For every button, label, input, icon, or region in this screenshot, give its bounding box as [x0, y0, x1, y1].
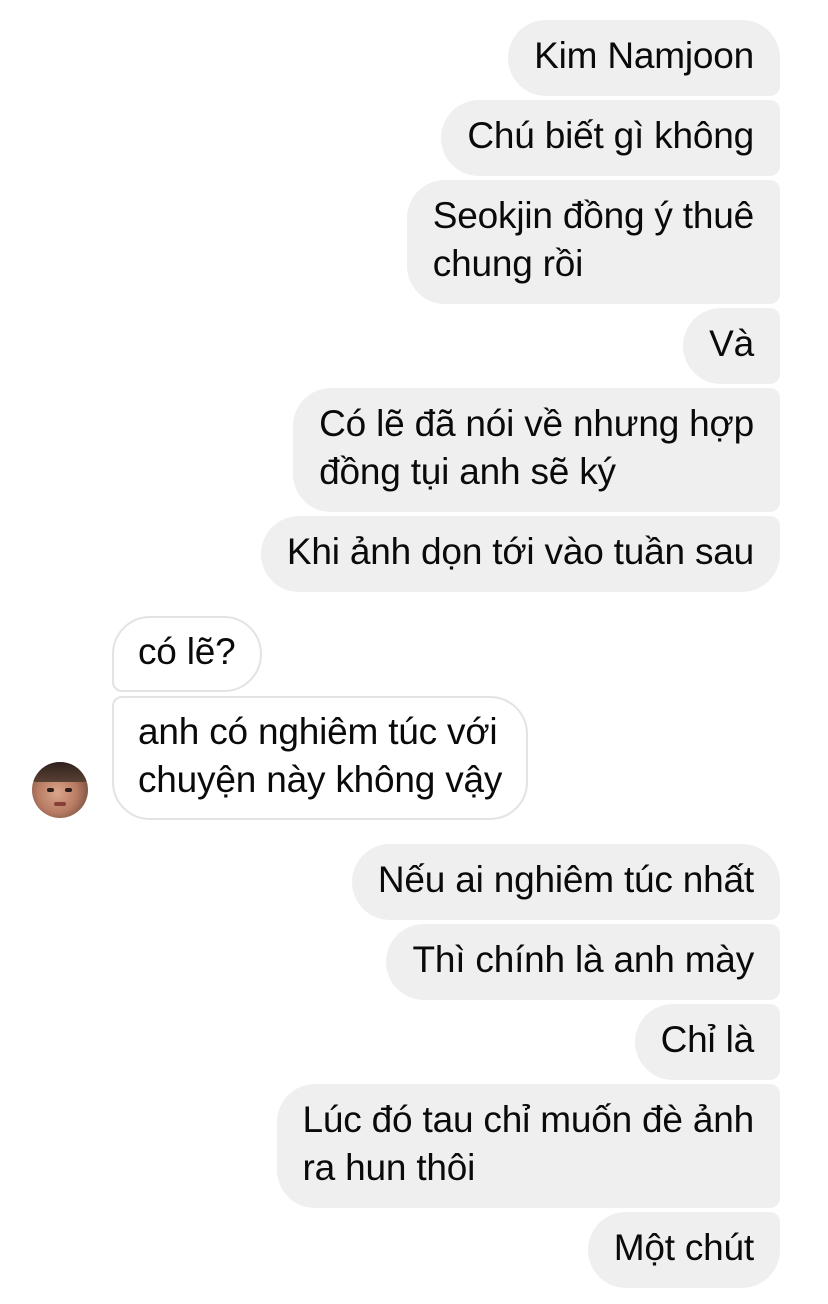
contact-avatar[interactable]: [32, 762, 88, 818]
message-text: Một chút: [613, 1227, 754, 1268]
message-text: Và: [709, 323, 754, 364]
message-text: có lẽ?: [138, 631, 236, 672]
message-bubble-outgoing[interactable]: Kim Namjoon: [508, 20, 780, 96]
avatar-mouth: [54, 802, 66, 806]
message-bubble-incoming[interactable]: có lẽ?: [112, 616, 262, 692]
message-text: Chú biết gì không: [467, 115, 754, 156]
message-text: Chỉ là: [660, 1019, 755, 1060]
message-text: ra hun thôi: [302, 1147, 476, 1188]
message-text: đồng tụi anh sẽ ký: [319, 451, 616, 492]
message-bubble-incoming[interactable]: anh có nghiêm túc với chuyện này không v…: [112, 696, 529, 820]
message-text: chuyện này không vậy: [138, 759, 503, 800]
message-text: Kim Namjoon: [534, 35, 754, 76]
message-text: Seokjin đồng ý thuê: [432, 195, 754, 236]
message-text: Khi ảnh dọn tới vào tuần sau: [286, 531, 754, 572]
message-bubble-outgoing[interactable]: Một chút: [587, 1212, 780, 1288]
message-text: chung rồi: [432, 243, 584, 284]
message-bubble-outgoing[interactable]: Chỉ là: [634, 1004, 780, 1080]
message-text: Nếu ai nghiêm túc nhất: [377, 859, 754, 900]
message-bubble-outgoing[interactable]: Seokjin đồng ý thuê chung rồi: [406, 180, 780, 304]
message-bubble-outgoing[interactable]: Thì chính là anh mày: [386, 924, 780, 1000]
message-text: Lúc đó tau chỉ muốn đè ảnh: [302, 1099, 755, 1140]
avatar-hair: [32, 762, 88, 782]
message-bubble-outgoing[interactable]: Nếu ai nghiêm túc nhất: [351, 844, 780, 920]
message-bubble-outgoing[interactable]: Có lẽ đã nói về nhưng hợp đồng tụi anh s…: [293, 388, 780, 512]
chat-thread: Kim Namjoon Chú biết gì không Seokjin đồ…: [0, 0, 828, 1304]
message-bubble-outgoing[interactable]: Lúc đó tau chỉ muốn đè ảnh ra hun thôi: [276, 1084, 780, 1208]
avatar-eye: [65, 788, 72, 792]
message-bubble-outgoing[interactable]: Khi ảnh dọn tới vào tuần sau: [260, 516, 780, 592]
avatar-eye: [47, 788, 54, 792]
message-text: Thì chính là anh mày: [412, 939, 754, 980]
message-bubble-outgoing[interactable]: Chú biết gì không: [441, 100, 780, 176]
message-text: Có lẽ đã nói về nhưng hợp: [319, 403, 754, 444]
message-text: anh có nghiêm túc với: [138, 711, 498, 752]
message-bubble-outgoing[interactable]: Và: [683, 308, 780, 384]
